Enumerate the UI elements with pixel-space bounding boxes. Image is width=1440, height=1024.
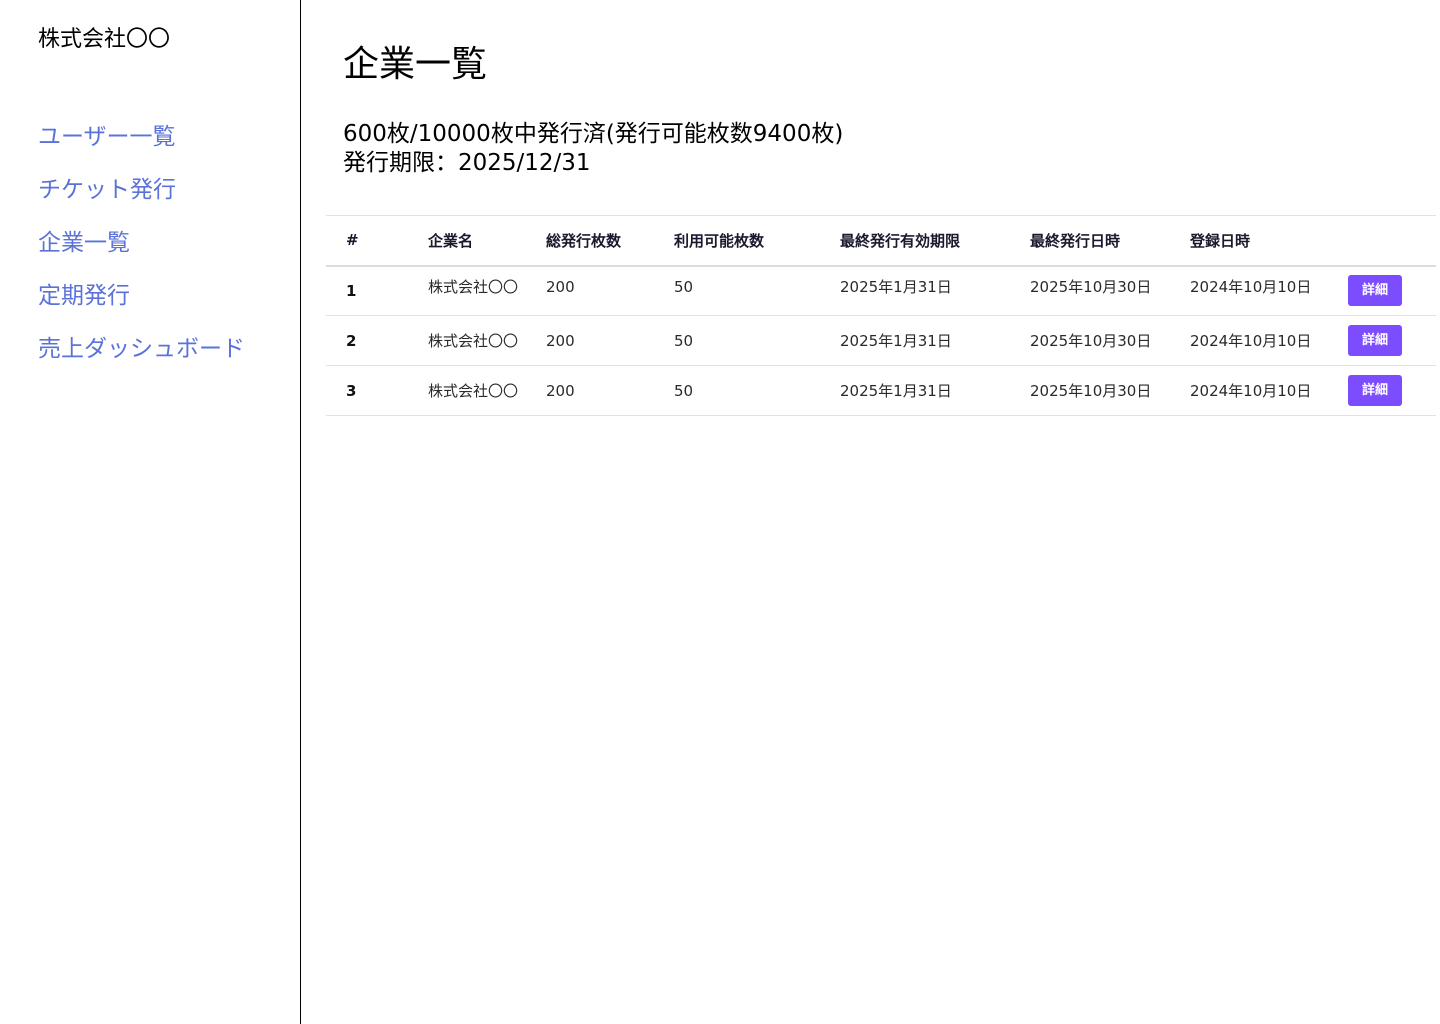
cell-last-expiry: 2025年1月31日 xyxy=(840,332,952,350)
table-header-row: # 企業名 総発行枚数 利用可能枚数 最終発行有効期限 最終発行日時 登録日時 xyxy=(326,215,1436,266)
col-header-registered: 登録日時 xyxy=(1190,231,1251,250)
company-table-wrapper: # 企業名 総発行枚数 利用可能枚数 最終発行有効期限 最終発行日時 登録日時 … xyxy=(326,215,1436,416)
company-table: # 企業名 総発行枚数 利用可能枚数 最終発行有効期限 最終発行日時 登録日時 … xyxy=(326,215,1436,416)
table-row: 1 株式会社〇〇 200 50 2025年1月31日 2025年10月30日 2… xyxy=(326,266,1436,316)
cell-last-issued: 2025年10月30日 xyxy=(1030,278,1152,297)
page-title: 企業一覧 xyxy=(343,44,488,85)
cell-actions: 詳細 xyxy=(1328,366,1436,416)
nav-link-ticket-issue[interactable]: チケット発行 xyxy=(38,175,176,205)
nav-link-sales-dashboard[interactable]: 売上ダッシュボード xyxy=(38,334,245,364)
cell-number: 1 xyxy=(346,281,357,300)
detail-button[interactable]: 詳細 xyxy=(1348,275,1402,307)
table-row: 3 株式会社〇〇 200 50 2025年1月31日 2025年10月30日 2… xyxy=(326,366,1436,416)
issuance-summary: 600枚/10000枚中発行済(発行可能枚数9400枚) 発行期限：2025/1… xyxy=(343,120,843,178)
cell-number: 3 xyxy=(346,381,357,400)
detail-button[interactable]: 詳細 xyxy=(1348,325,1402,356)
sidebar-item-users: ユーザー一覧 xyxy=(38,122,245,175)
detail-button[interactable]: 詳細 xyxy=(1348,375,1402,406)
col-header-last-expiry: 最終発行有効期限 xyxy=(840,231,961,250)
cell-company-name: 株式会社〇〇 xyxy=(428,278,519,297)
cell-actions: 詳細 xyxy=(1328,266,1436,316)
app: 株式会社〇〇 ユーザー一覧 チケット発行 企業一覧 定期発行 売上ダッシュボード… xyxy=(0,0,1440,1024)
main-content: 企業一覧 600枚/10000枚中発行済(発行可能枚数9400枚) 発行期限：2… xyxy=(302,0,1440,1024)
cell-registered: 2024年10月10日 xyxy=(1190,278,1312,297)
cell-last-expiry: 2025年1月31日 xyxy=(840,382,952,400)
cell-company-name: 株式会社〇〇 xyxy=(428,332,519,350)
table-header: # 企業名 総発行枚数 利用可能枚数 最終発行有効期限 最終発行日時 登録日時 xyxy=(326,215,1436,266)
cell-total-issued: 200 xyxy=(546,381,575,400)
sidebar-nav: ユーザー一覧 チケット発行 企業一覧 定期発行 売上ダッシュボード xyxy=(38,122,245,387)
cell-available: 50 xyxy=(674,381,694,400)
cell-total-issued: 200 xyxy=(546,277,575,296)
cell-last-expiry: 2025年1月31日 xyxy=(840,278,952,297)
cell-last-issued: 2025年10月30日 xyxy=(1030,332,1152,350)
nav-link-users[interactable]: ユーザー一覧 xyxy=(38,122,176,152)
company-name: 株式会社〇〇 xyxy=(38,27,171,52)
col-header-company-name: 企業名 xyxy=(428,231,474,250)
issuance-count-text: 600枚/10000枚中発行済(発行可能枚数9400枚) xyxy=(343,121,844,147)
cell-actions: 詳細 xyxy=(1328,316,1436,366)
issuance-deadline-text: 発行期限：2025/12/31 xyxy=(343,150,591,176)
sidebar-item-sales-dashboard: 売上ダッシュボード xyxy=(38,334,245,387)
cell-last-issued: 2025年10月30日 xyxy=(1030,382,1152,400)
table-row: 2 株式会社〇〇 200 50 2025年1月31日 2025年10月30日 2… xyxy=(326,316,1436,366)
cell-available: 50 xyxy=(674,331,694,350)
sidebar-item-companies: 企業一覧 xyxy=(38,228,245,281)
sidebar-item-recurring-issue: 定期発行 xyxy=(38,281,245,334)
col-header-total-issued: 総発行枚数 xyxy=(546,231,622,250)
table-body: 1 株式会社〇〇 200 50 2025年1月31日 2025年10月30日 2… xyxy=(326,266,1436,416)
col-header-actions xyxy=(1328,216,1436,266)
sidebar-item-ticket-issue: チケット発行 xyxy=(38,175,245,228)
nav-link-recurring-issue[interactable]: 定期発行 xyxy=(38,281,130,311)
cell-registered: 2024年10月10日 xyxy=(1190,382,1312,400)
col-header-last-issued: 最終発行日時 xyxy=(1030,231,1121,250)
sidebar: 株式会社〇〇 ユーザー一覧 チケット発行 企業一覧 定期発行 売上ダッシュボード xyxy=(0,0,301,1024)
cell-total-issued: 200 xyxy=(546,331,575,350)
cell-registered: 2024年10月10日 xyxy=(1190,332,1312,350)
nav-link-companies[interactable]: 企業一覧 xyxy=(38,228,130,258)
col-header-available: 利用可能枚数 xyxy=(674,231,765,250)
cell-available: 50 xyxy=(674,277,694,296)
cell-company-name: 株式会社〇〇 xyxy=(428,382,519,400)
cell-number: 2 xyxy=(346,331,357,350)
col-header-number: # xyxy=(346,231,359,250)
